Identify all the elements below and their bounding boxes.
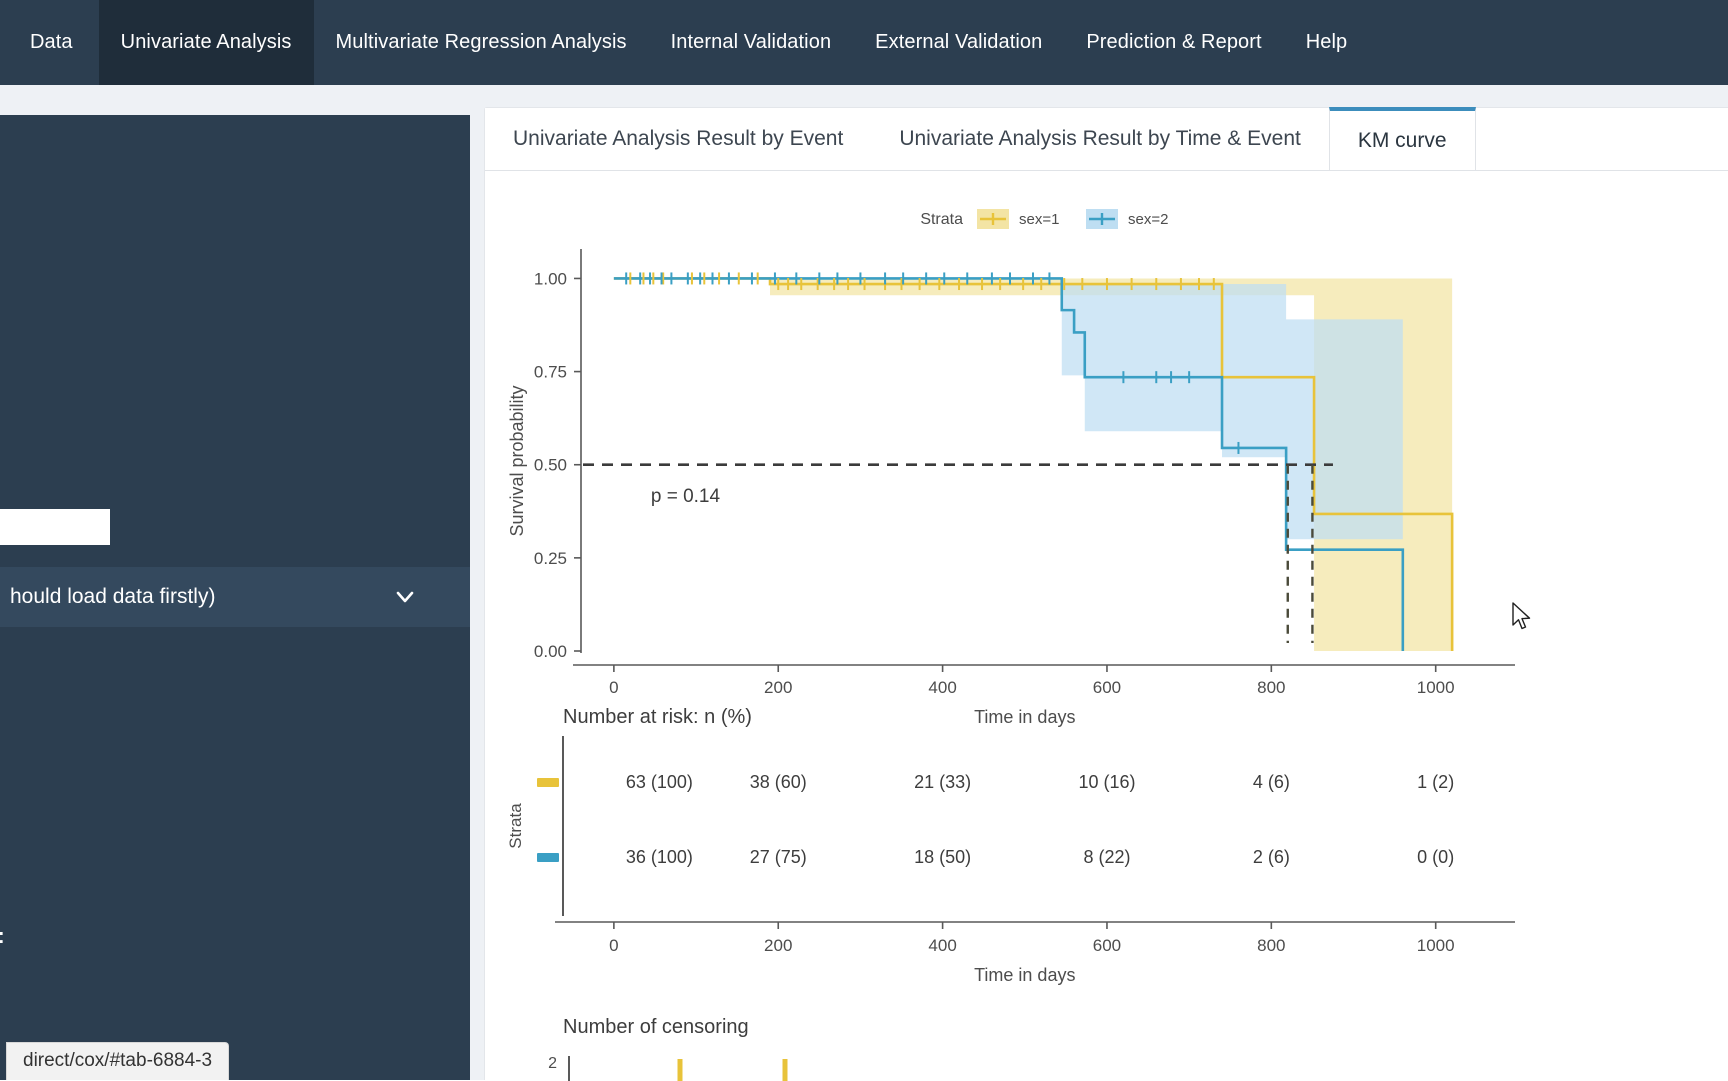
- nav-label: Data: [30, 31, 73, 54]
- risk-x-tick-label: 800: [1257, 936, 1285, 955]
- risk-x-tick-label: 400: [928, 936, 956, 955]
- sidebar-text-input[interactable]: [0, 509, 110, 545]
- nav-item-help[interactable]: Help: [1284, 0, 1370, 85]
- km-plot-container: Stratasex=1sex=20.000.250.500.751.000200…: [485, 171, 1728, 1081]
- nav-label: Multivariate Regression Analysis: [336, 31, 627, 54]
- risk-cell: 8 (22): [1083, 847, 1130, 867]
- sidebar-dropdown[interactable]: hould load data firstly): [0, 567, 470, 627]
- risk-x-tick-label: 600: [1093, 936, 1121, 955]
- x-tick-label: 200: [764, 678, 792, 697]
- nav-item-multivariate-regression-analysis[interactable]: Multivariate Regression Analysis: [314, 0, 649, 85]
- risk-cell: 4 (6): [1253, 772, 1290, 792]
- tab-univariate-result-by-event[interactable]: Univariate Analysis Result by Event: [485, 108, 871, 170]
- risk-table-strata-label: Strata: [506, 803, 525, 849]
- y-tick-label: 0.00: [534, 642, 567, 661]
- tab-label: Univariate Analysis Result by Event: [513, 127, 843, 151]
- x-tick-label: 800: [1257, 678, 1285, 697]
- nav-item-data[interactable]: Data: [0, 0, 99, 85]
- x-tick-label: 0: [609, 678, 618, 697]
- chevron-down-icon: [395, 587, 415, 607]
- nav-label: Internal Validation: [671, 31, 832, 54]
- y-tick-label: 0.50: [534, 456, 567, 475]
- risk-table-x-label: Time in days: [974, 965, 1075, 985]
- tab-label: KM curve: [1358, 129, 1447, 153]
- nav-item-external-validation[interactable]: External Validation: [853, 0, 1064, 85]
- nav-item-prediction-report[interactable]: Prediction & Report: [1064, 0, 1283, 85]
- nav-item-internal-validation[interactable]: Internal Validation: [649, 0, 854, 85]
- x-tick-label: 400: [928, 678, 956, 697]
- p-value-annotation: p = 0.14: [651, 486, 721, 507]
- x-axis-label: Time in days: [974, 707, 1075, 727]
- sidebar-option-label-2: ce intervals:: [0, 925, 5, 949]
- tab-univariate-result-by-time-event[interactable]: Univariate Analysis Result by Time & Eve…: [871, 108, 1329, 170]
- censoring-panel-title: Number of censoring: [563, 1016, 749, 1038]
- risk-cell: 2 (6): [1253, 847, 1290, 867]
- status-bar-url: direct/cox/#tab-6884-3: [6, 1042, 229, 1080]
- y-tick-label: 0.75: [534, 363, 567, 382]
- risk-table-title: Number at risk: n (%): [563, 706, 752, 728]
- y-tick-label: 0.25: [534, 549, 567, 568]
- risk-cell: 0 (0): [1417, 847, 1454, 867]
- legend-label-2: sex=2: [1128, 211, 1168, 228]
- km-curve-figure: Stratasex=1sex=20.000.250.500.751.000200…: [485, 171, 1728, 1081]
- risk-cell: 21 (33): [914, 772, 971, 792]
- risk-cell: 38 (60): [750, 772, 807, 792]
- risk-row-key-2: [537, 853, 559, 862]
- legend-label-1: sex=1: [1019, 211, 1059, 228]
- sidebar-panel: urve hould load data firstly) s ce inter…: [0, 115, 470, 1080]
- risk-x-tick-label: 0: [609, 936, 618, 955]
- top-navbar: Data Univariate Analysis Multivariate Re…: [0, 0, 1728, 85]
- risk-cell: 63 (100): [626, 772, 693, 792]
- tab-km-curve[interactable]: KM curve: [1329, 107, 1476, 170]
- risk-x-tick-label: 200: [764, 936, 792, 955]
- nav-label: External Validation: [875, 31, 1042, 54]
- tabstrip: Univariate Analysis Result by Event Univ…: [485, 108, 1728, 171]
- risk-cell: 36 (100): [626, 847, 693, 867]
- tab-label: Univariate Analysis Result by Time & Eve…: [899, 127, 1301, 151]
- risk-cell: 27 (75): [750, 847, 807, 867]
- censoring-y-tick-label: 2: [548, 1055, 557, 1072]
- y-tick-label: 1.00: [534, 269, 567, 288]
- confidence-band-sex=2: [614, 278, 1403, 628]
- nav-label: Prediction & Report: [1086, 31, 1261, 54]
- risk-row-key-1: [537, 778, 559, 787]
- risk-cell: 1 (2): [1417, 772, 1454, 792]
- legend-title: Strata: [920, 211, 963, 228]
- nav-label: Help: [1306, 31, 1348, 54]
- nav-label: Univariate Analysis: [121, 31, 292, 54]
- nav-item-univariate-analysis[interactable]: Univariate Analysis: [99, 0, 314, 85]
- x-tick-label: 1000: [1417, 678, 1455, 697]
- x-tick-label: 600: [1093, 678, 1121, 697]
- main-content-card: Univariate Analysis Result by Event Univ…: [484, 107, 1728, 1080]
- y-axis-label: Survival probability: [507, 385, 527, 536]
- page-body: urve hould load data firstly) s ce inter…: [0, 85, 1728, 1080]
- risk-cell: 18 (50): [914, 847, 971, 867]
- sidebar-dropdown-label: hould load data firstly): [10, 585, 215, 609]
- risk-x-tick-label: 1000: [1417, 936, 1455, 955]
- risk-cell: 10 (16): [1078, 772, 1135, 792]
